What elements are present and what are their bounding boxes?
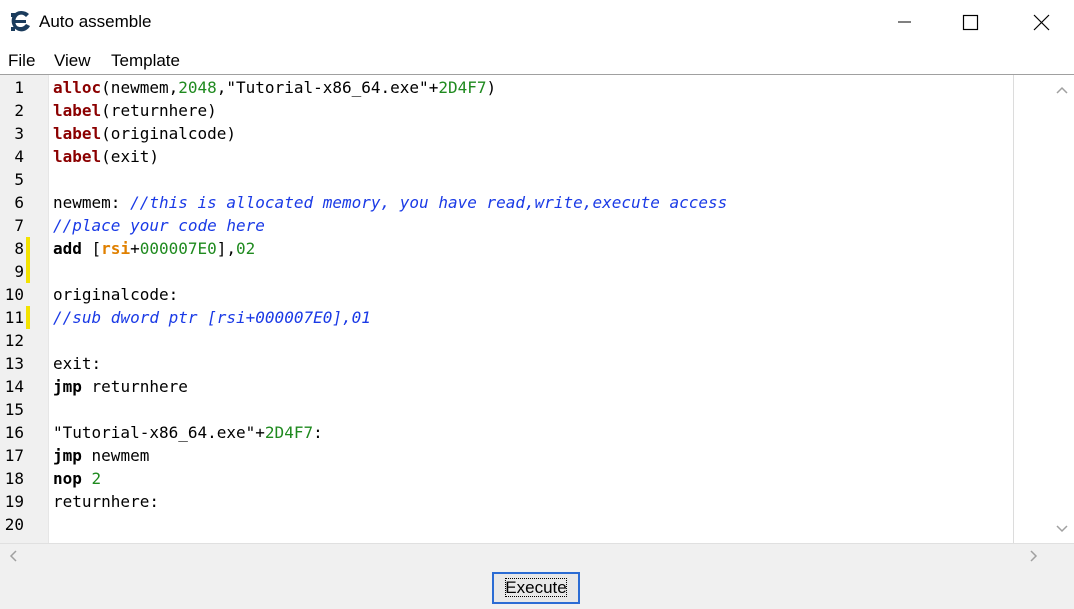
line-number: 10 <box>4 285 24 304</box>
code-token: : <box>313 423 323 442</box>
vertical-scrollbar[interactable] <box>1013 75 1074 544</box>
code-token: returnhere <box>81 377 188 396</box>
line-number: 3 <box>14 124 24 143</box>
line-number: 2 <box>14 101 24 120</box>
code-token: 02 <box>236 239 256 258</box>
code-line: alloc(newmem,2048,"Tutorial-x86_64.exe"+… <box>53 76 496 99</box>
chevron-down-icon[interactable] <box>1056 524 1068 534</box>
line-number: 17 <box>4 446 24 465</box>
code-token: jmp <box>53 377 82 396</box>
maximize-button[interactable] <box>947 0 993 44</box>
code-token: (originalcode) <box>101 124 237 143</box>
chevron-up-icon[interactable] <box>1056 85 1068 95</box>
menu-template[interactable]: Template <box>111 51 180 71</box>
code-line: returnhere: <box>53 490 159 513</box>
line-number: 20 <box>4 515 24 534</box>
code-editor[interactable]: 1 2 3 4 5 6 7 8 9 10 11 12 13 14 15 16 17 18 19 20 alloc(ne… <box>0 74 1074 544</box>
close-icon <box>1033 14 1050 31</box>
code-line: jmp newmem <box>53 444 149 467</box>
cheat-engine-icon <box>11 10 30 32</box>
code-token: (newmem, <box>101 78 179 97</box>
line-number: 6 <box>14 193 24 212</box>
menu-bar: File View Template <box>0 46 1074 74</box>
title-bar: Auto assemble <box>0 0 1074 44</box>
code-token: ,"Tutorial-x86_64.exe"+ <box>216 78 439 97</box>
line-number: 13 <box>4 354 24 373</box>
code-token: 2048 <box>178 78 217 97</box>
code-token: label <box>53 101 102 120</box>
code-token: label <box>53 124 102 143</box>
code-token: originalcode: <box>53 285 179 304</box>
code-token: jmp <box>53 446 82 465</box>
change-marker <box>26 237 30 260</box>
code-token: returnhere: <box>53 492 159 511</box>
code-line: exit: <box>53 352 101 375</box>
code-token: (exit) <box>101 147 159 166</box>
execute-button[interactable]: Execute <box>492 572 580 604</box>
code-token: ], <box>216 239 237 258</box>
code-token: 2D4F7 <box>438 78 487 97</box>
code-token: newmem <box>81 446 150 465</box>
code-token: label <box>53 147 102 166</box>
line-number: 7 <box>14 216 24 235</box>
line-number: 1 <box>14 78 24 97</box>
change-marker <box>26 260 30 283</box>
code-token: nop <box>53 469 82 488</box>
code-line: nop 2 <box>53 467 101 490</box>
chevron-right-icon[interactable] <box>1029 550 1039 562</box>
change-marker <box>26 306 30 329</box>
code-token: exit: <box>53 354 102 373</box>
line-number: 11 <box>4 308 24 327</box>
code-token: add <box>53 239 82 258</box>
line-number: 14 <box>4 377 24 396</box>
menu-view[interactable]: View <box>54 51 91 71</box>
line-number: 15 <box>4 400 24 419</box>
minimize-button[interactable] <box>881 0 927 44</box>
code-line: jmp returnhere <box>53 375 188 398</box>
line-number: 19 <box>4 492 24 511</box>
code-token: [ <box>81 239 102 258</box>
line-number: 18 <box>4 469 24 488</box>
line-number: 5 <box>14 170 24 189</box>
code-token: newmem: <box>53 193 131 212</box>
code-line: newmem: //this is allocated memory, you … <box>53 191 727 214</box>
code-token: //place your code here <box>53 216 265 235</box>
code-token: 000007E0 <box>139 239 217 258</box>
line-number: 16 <box>4 423 24 442</box>
code-token: rsi <box>101 239 131 258</box>
line-number: 4 <box>14 147 24 166</box>
menu-file[interactable]: File <box>8 51 35 71</box>
code-token: 2 <box>91 469 102 488</box>
code-token: 2D4F7 <box>264 423 314 442</box>
execute-button-label: Execute <box>505 578 567 597</box>
maximize-icon <box>962 14 979 31</box>
code-line: label(originalcode) <box>53 122 236 145</box>
code-line: originalcode: <box>53 283 178 306</box>
code-token: //sub dword ptr [rsi+000007E0],01 <box>53 308 371 327</box>
code-line: //sub dword ptr [rsi+000007E0],01 <box>53 306 371 329</box>
gutter-margin <box>34 75 49 544</box>
line-number: 12 <box>4 331 24 350</box>
code-area[interactable]: alloc(newmem,2048,"Tutorial-x86_64.exe"+… <box>53 75 1013 544</box>
code-line: label(returnhere) <box>53 99 217 122</box>
code-line: //place your code here <box>53 214 265 237</box>
code-token: ) <box>486 78 497 97</box>
line-number: 8 <box>14 239 24 258</box>
close-button[interactable] <box>1018 0 1064 44</box>
code-line: add [rsi+000007E0],02 <box>53 237 255 260</box>
code-token: alloc <box>53 78 102 97</box>
code-token: "Tutorial-x86_64.exe"+ <box>53 423 265 442</box>
minimize-icon <box>898 21 911 23</box>
code-token: (returnhere) <box>101 101 217 120</box>
line-number: 9 <box>14 262 24 281</box>
window-title: Auto assemble <box>39 12 152 31</box>
code-token: //this is allocated memory, you have rea… <box>130 193 728 212</box>
horizontal-scrollbar[interactable] <box>0 543 1074 568</box>
chevron-left-icon[interactable] <box>8 550 18 562</box>
code-line: "Tutorial-x86_64.exe"+2D4F7: <box>53 421 323 444</box>
code-token: + <box>130 239 140 258</box>
code-line: label(exit) <box>53 145 159 168</box>
